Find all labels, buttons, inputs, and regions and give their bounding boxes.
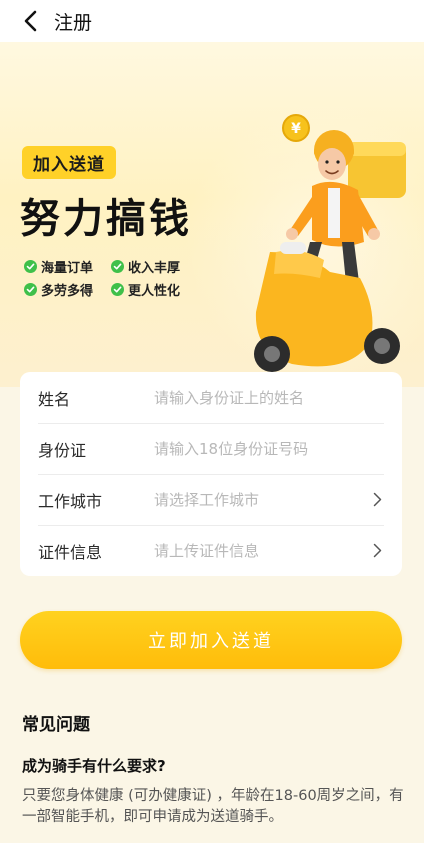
- yuan-coin-icon: ¥: [282, 114, 310, 142]
- faq-answer: 只要您身体健康 (可办健康证) ，年龄在18-60周岁之间，有一部智能手机，即可…: [22, 788, 404, 825]
- top-bar: 注册: [0, 0, 424, 42]
- check-icon: [111, 260, 124, 273]
- faq-title: 常见问题: [22, 715, 90, 735]
- feature-item: 海量订单: [24, 257, 93, 276]
- hero-slogan: 努力搞钱: [20, 196, 192, 242]
- document-upload[interactable]: 请上传证件信息: [154, 540, 259, 561]
- id-number-input[interactable]: 请输入18位身份证号码: [154, 438, 308, 459]
- check-icon: [24, 283, 37, 296]
- faq-question: 成为骑手有什么要求?: [22, 757, 166, 775]
- back-button[interactable]: [10, 0, 50, 42]
- work-city-field[interactable]: 工作城市 请选择工作城市: [20, 474, 402, 525]
- field-label: 工作城市: [38, 491, 103, 511]
- feature-label: 更人性化: [128, 284, 181, 299]
- feature-label: 多劳多得: [41, 284, 94, 299]
- page-title: 注册: [54, 11, 93, 34]
- check-icon: [24, 260, 37, 273]
- chevron-left-icon: [24, 10, 37, 32]
- hero-banner: 加入送道 努力搞钱 海量订单 收入丰厚 多劳多得 更人性化 ¥: [0, 42, 424, 387]
- delivery-rider-illustration: ¥: [254, 114, 406, 372]
- join-now-button[interactable]: 立即加入送道: [20, 611, 402, 669]
- field-label: 证件信息: [38, 542, 103, 562]
- feature-item: 多劳多得: [24, 280, 93, 299]
- feature-item: 收入丰厚: [111, 257, 180, 276]
- document-info-field[interactable]: 证件信息 请上传证件信息: [20, 525, 402, 576]
- name-field[interactable]: 姓名 请输入身份证上的姓名: [20, 372, 402, 423]
- feature-item: 更人性化: [111, 280, 180, 299]
- svg-text:¥: ¥: [291, 121, 301, 137]
- feature-label: 海量订单: [41, 261, 94, 276]
- check-icon: [111, 283, 124, 296]
- hero-badge: 加入送道: [22, 146, 116, 179]
- chevron-right-icon: [373, 492, 382, 507]
- id-number-field[interactable]: 身份证 请输入18位身份证号码: [20, 423, 402, 474]
- feature-label: 收入丰厚: [128, 261, 181, 276]
- name-input[interactable]: 请输入身份证上的姓名: [154, 387, 304, 408]
- work-city-select[interactable]: 请选择工作城市: [154, 489, 259, 510]
- field-label: 姓名: [38, 389, 71, 409]
- field-label: 身份证: [38, 440, 87, 460]
- registration-form: 姓名 请输入身份证上的姓名 身份证 请输入18位身份证号码 工作城市 请选择工作…: [20, 372, 402, 576]
- chevron-right-icon: [373, 543, 382, 558]
